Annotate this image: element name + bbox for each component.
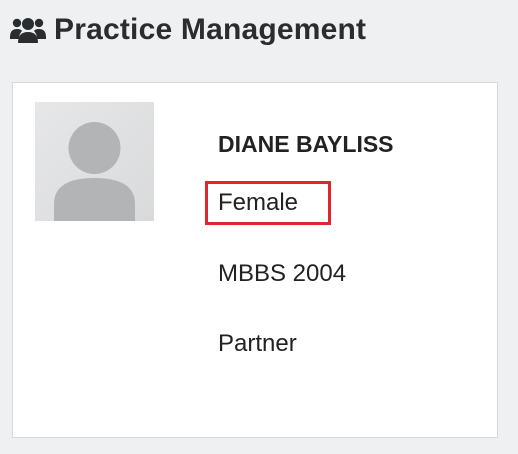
staff-profile-card: DIANE BAYLISS Female MBBS 2004 Partner <box>12 82 498 438</box>
page-title: Practice Management <box>54 13 367 46</box>
page-header: Practice Management <box>10 8 366 52</box>
staff-role: Partner <box>218 330 297 357</box>
avatar <box>35 102 154 221</box>
gender-highlight-box <box>205 181 331 225</box>
users-icon <box>10 15 46 45</box>
staff-name: DIANE BAYLISS <box>218 131 394 157</box>
staff-qualification: MBBS 2004 <box>218 260 347 287</box>
